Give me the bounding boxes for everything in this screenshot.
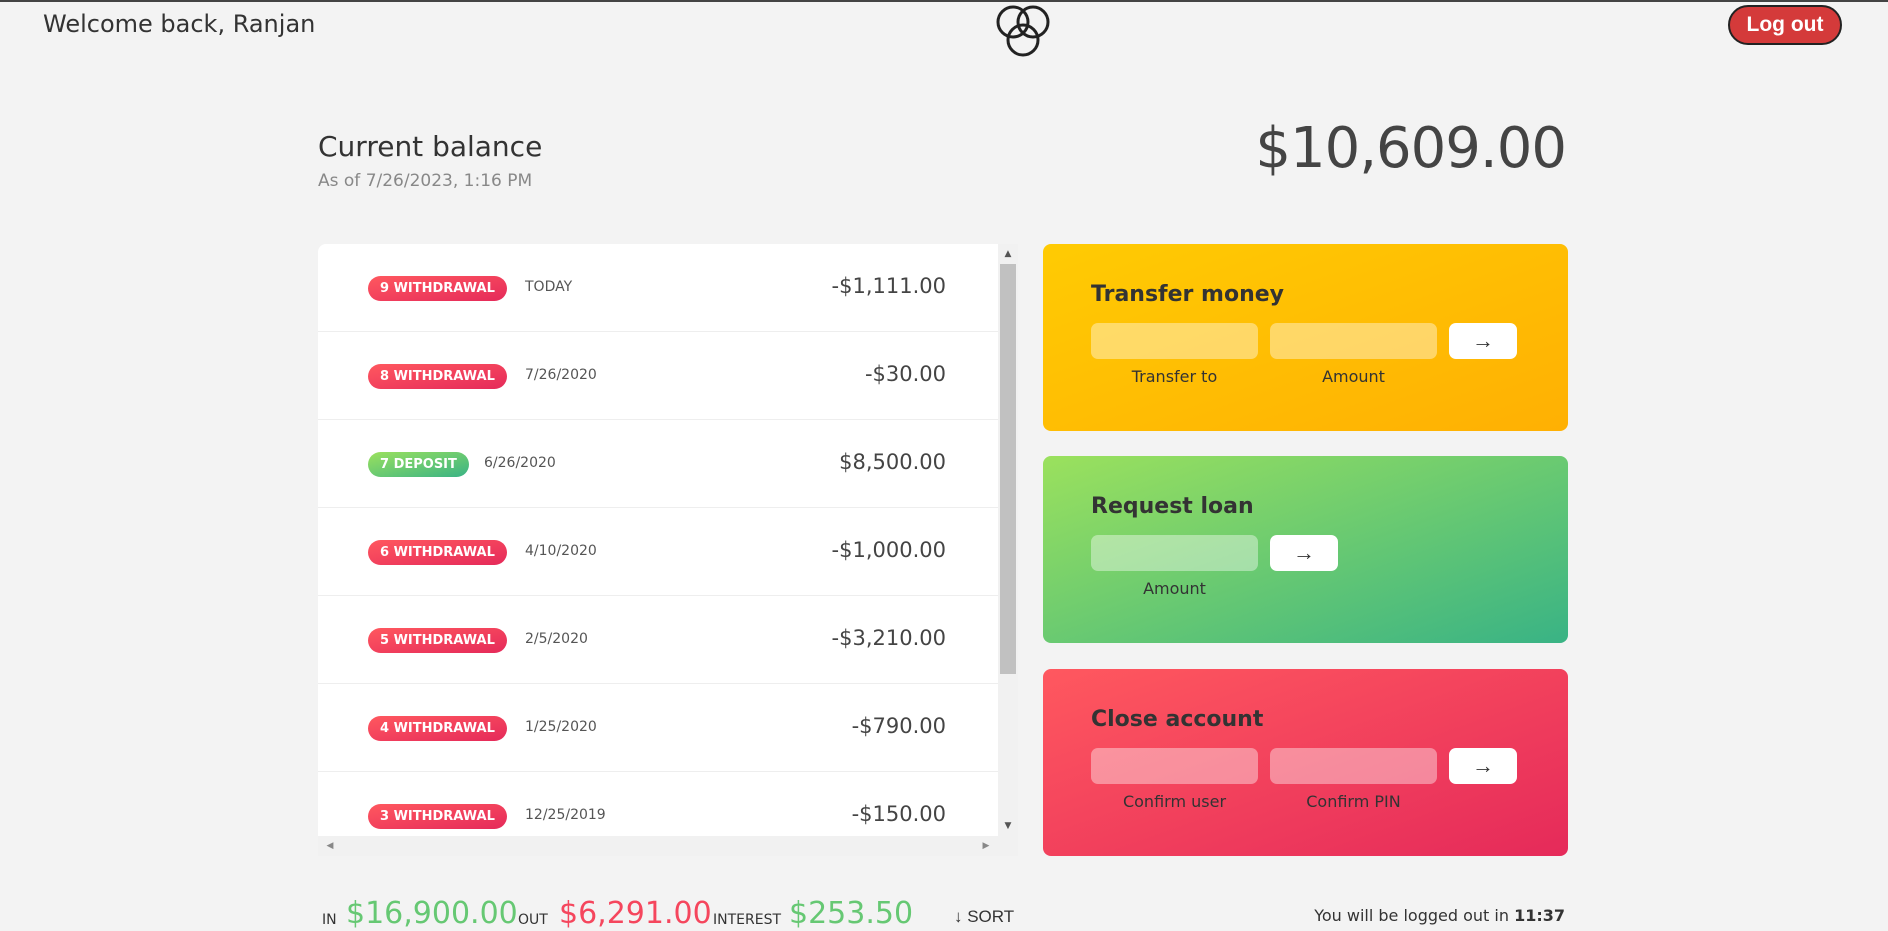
scrollbar-thumb[interactable] bbox=[1000, 264, 1016, 674]
close-title: Close account bbox=[1091, 707, 1264, 732]
movement-date: 1/25/2020 bbox=[525, 719, 597, 735]
logout-button[interactable]: Log out bbox=[1728, 5, 1842, 45]
movement-row: 9 WITHDRAWAL TODAY -$1,111.00 bbox=[318, 244, 998, 332]
movement-type-badge: 8 WITHDRAWAL bbox=[368, 364, 507, 389]
movement-type-badge: 3 WITHDRAWAL bbox=[368, 804, 507, 829]
transfer-to-input[interactable] bbox=[1091, 323, 1258, 359]
balance-date: As of 7/26/2023, 1:16 PM bbox=[318, 171, 532, 191]
transfer-amount-label: Amount bbox=[1322, 367, 1385, 386]
close-account-card: Close account → Confirm user Confirm PIN bbox=[1043, 669, 1568, 856]
movement-value: -$1,000.00 bbox=[831, 538, 946, 562]
movement-row: 4 WITHDRAWAL 1/25/2020 -$790.00 bbox=[318, 684, 998, 772]
movement-type-badge: 6 WITHDRAWAL bbox=[368, 540, 507, 565]
balance-date-prefix: As of bbox=[318, 171, 361, 191]
movement-type-badge: 9 WITHDRAWAL bbox=[368, 276, 507, 301]
movement-date: 6/26/2020 bbox=[484, 455, 556, 471]
movement-date: 7/26/2020 bbox=[525, 367, 597, 383]
arrow-right-icon: → bbox=[1472, 753, 1494, 778]
summary-interest-value: $253.50 bbox=[789, 896, 914, 931]
summary-in-value: $16,900.00 bbox=[346, 896, 518, 931]
close-form: → Confirm user Confirm PIN bbox=[1091, 748, 1520, 818]
movements-horizontal-scrollbar[interactable]: ◀ ▶ bbox=[318, 836, 1018, 856]
movement-value: -$1,111.00 bbox=[831, 274, 946, 298]
request-loan-card: Request loan → Amount bbox=[1043, 456, 1568, 643]
summary-in-label: In bbox=[322, 912, 337, 928]
movement-row: 7 DEPOSIT 6/26/2020 $8,500.00 bbox=[318, 420, 998, 508]
close-submit-button[interactable]: → bbox=[1449, 748, 1517, 784]
timer-value: 11:37 bbox=[1514, 906, 1565, 925]
loan-amount-label: Amount bbox=[1143, 579, 1206, 598]
loan-submit-button[interactable]: → bbox=[1270, 535, 1338, 571]
logout-timer: You will be logged out in 11:37 bbox=[1314, 906, 1565, 925]
transfer-form: → Transfer to Amount bbox=[1091, 323, 1520, 393]
scroll-left-arrow-icon[interactable]: ◀ bbox=[322, 836, 338, 856]
movement-date: 4/10/2020 bbox=[525, 543, 597, 559]
summary-interest-label: Interest bbox=[713, 912, 782, 928]
transfer-money-card: Transfer money → Transfer to Amount bbox=[1043, 244, 1568, 431]
confirm-user-label: Confirm user bbox=[1122, 792, 1227, 811]
summary-out-label: Out bbox=[518, 912, 548, 928]
transfer-submit-button[interactable]: → bbox=[1449, 323, 1517, 359]
balance-label: Current balance bbox=[318, 130, 543, 163]
timer-prefix: You will be logged out in bbox=[1314, 906, 1509, 925]
balance-value: $10,609.00 bbox=[1255, 116, 1567, 181]
loan-form: → Amount bbox=[1091, 535, 1520, 605]
transfer-title: Transfer money bbox=[1091, 282, 1285, 307]
summary-out-value: $6,291.00 bbox=[559, 896, 712, 931]
movement-value: -$3,210.00 bbox=[831, 626, 946, 650]
transfer-amount-input[interactable] bbox=[1270, 323, 1437, 359]
movements-list[interactable]: 9 WITHDRAWAL TODAY -$1,111.00 8 WITHDRAW… bbox=[318, 244, 1018, 856]
scroll-right-arrow-icon[interactable]: ▶ bbox=[978, 836, 994, 856]
arrow-right-icon: → bbox=[1472, 328, 1494, 353]
loan-title: Request loan bbox=[1091, 494, 1254, 519]
movement-value: $8,500.00 bbox=[839, 450, 946, 474]
scroll-up-arrow-icon[interactable]: ▲ bbox=[998, 246, 1018, 262]
movement-date: TODAY bbox=[525, 279, 573, 295]
sort-button[interactable]: ↓ SORT bbox=[954, 907, 1014, 927]
arrow-right-icon: → bbox=[1293, 540, 1315, 565]
movement-type-badge: 7 DEPOSIT bbox=[368, 452, 469, 477]
confirm-user-input[interactable] bbox=[1091, 748, 1258, 784]
movement-row: 5 WITHDRAWAL 2/5/2020 -$3,210.00 bbox=[318, 596, 998, 684]
confirm-pin-label: Confirm PIN bbox=[1306, 792, 1401, 811]
scroll-down-arrow-icon[interactable]: ▼ bbox=[998, 818, 1018, 834]
welcome-message: Welcome back, Ranjan bbox=[43, 10, 316, 38]
movement-date: 2/5/2020 bbox=[525, 631, 588, 647]
movement-value: -$790.00 bbox=[851, 714, 946, 738]
confirm-pin-input[interactable] bbox=[1270, 748, 1437, 784]
balance-date-value: 7/26/2023, 1:16 PM bbox=[365, 171, 533, 191]
movement-value: -$150.00 bbox=[851, 802, 946, 826]
movements-vertical-scrollbar[interactable]: ▲ ▼ bbox=[998, 244, 1018, 836]
movement-type-badge: 4 WITHDRAWAL bbox=[368, 716, 507, 741]
movement-row: 8 WITHDRAWAL 7/26/2020 -$30.00 bbox=[318, 332, 998, 420]
logo-icon bbox=[996, 5, 1050, 57]
loan-amount-input[interactable] bbox=[1091, 535, 1258, 571]
movement-value: -$30.00 bbox=[864, 362, 946, 386]
movement-type-badge: 5 WITHDRAWAL bbox=[368, 628, 507, 653]
movement-row: 6 WITHDRAWAL 4/10/2020 -$1,000.00 bbox=[318, 508, 998, 596]
movement-date: 12/25/2019 bbox=[525, 807, 606, 823]
transfer-to-label: Transfer to bbox=[1131, 367, 1218, 386]
